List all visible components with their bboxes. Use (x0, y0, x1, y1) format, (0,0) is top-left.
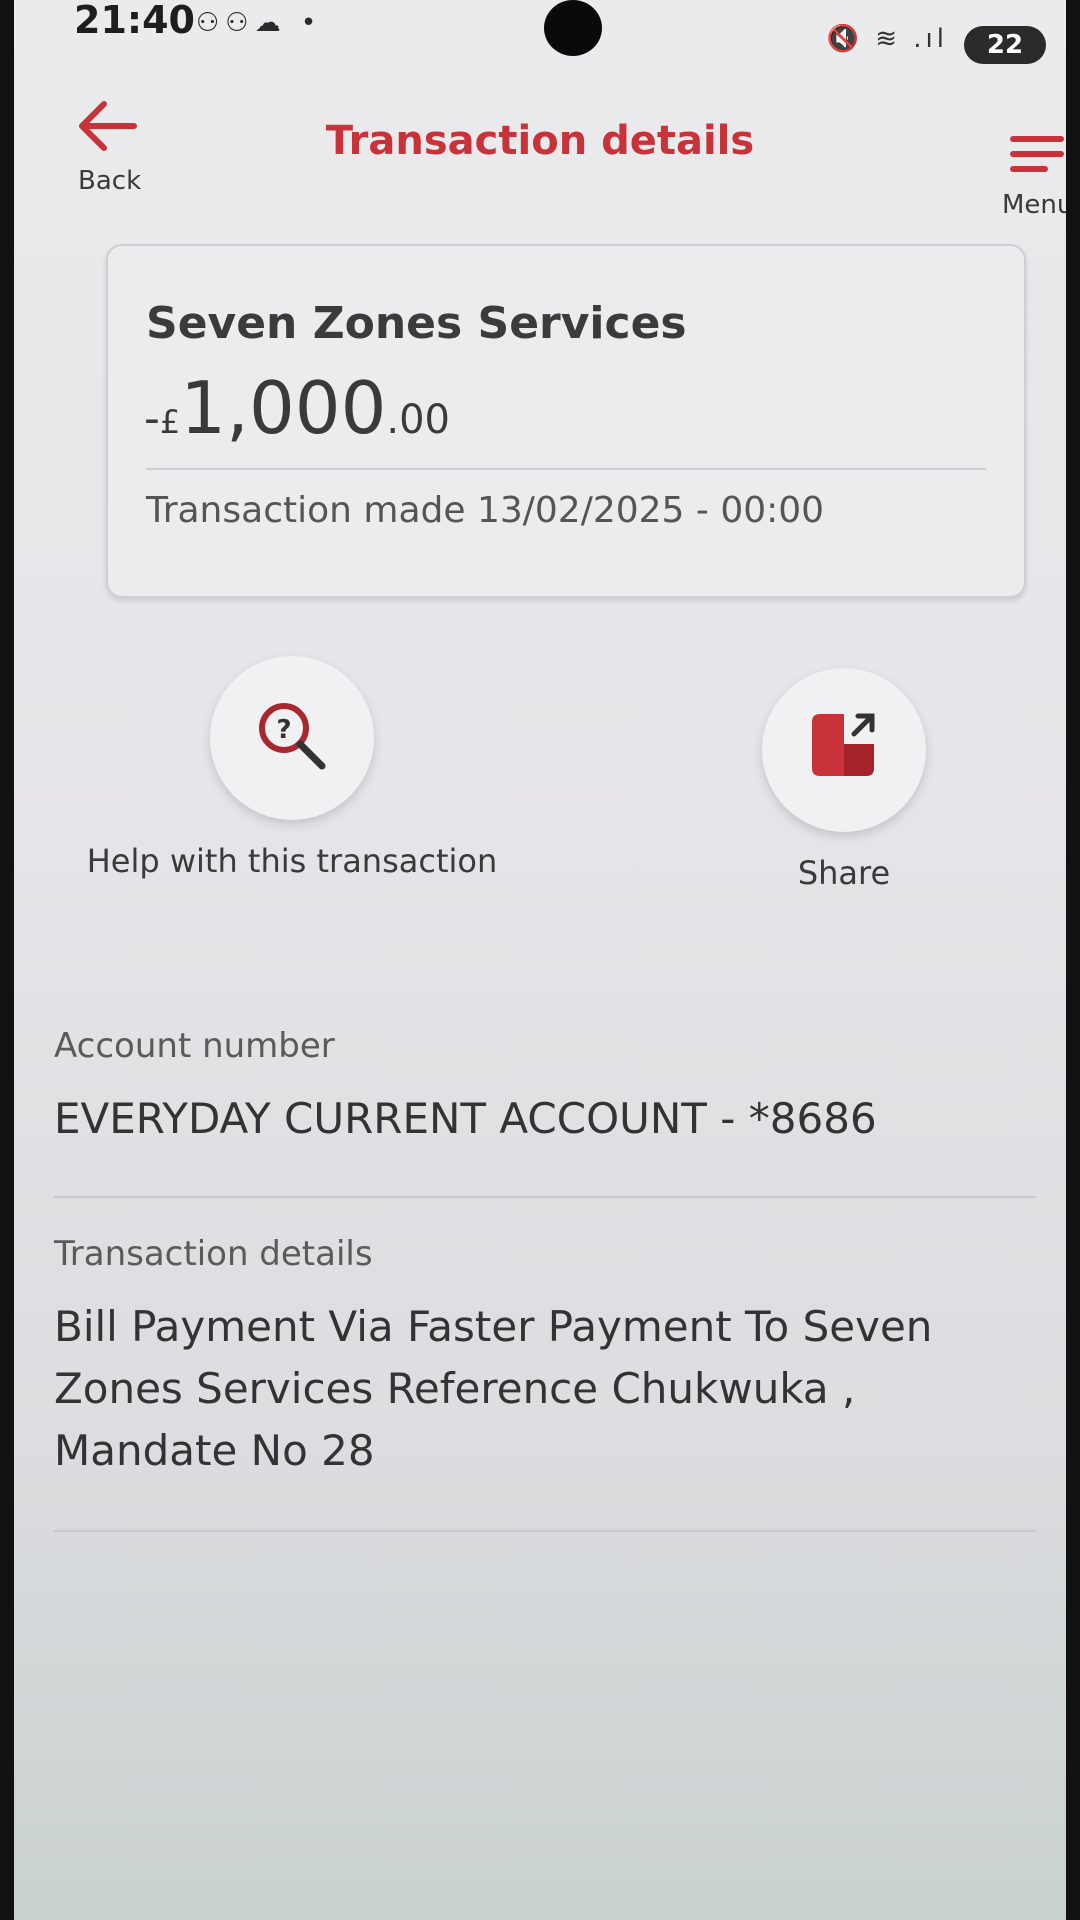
share-label: Share (797, 854, 891, 892)
status-time: 21:40 (74, 0, 195, 42)
help-label: Help with this transaction (86, 842, 498, 880)
share-icon (812, 713, 875, 776)
share-button[interactable]: Share (714, 668, 974, 892)
svg-text:?: ? (276, 715, 291, 745)
account-number-value: EVERYDAY CURRENT ACCOUNT - *8686 (54, 1094, 877, 1143)
battery-indicator: 22 (964, 26, 1046, 64)
account-divider (54, 1196, 1036, 1198)
amount-decimal: .00 (386, 397, 450, 443)
transaction-details-value: Bill Payment Via Faster Payment To Seven… (54, 1302, 933, 1475)
status-bar: 21:40 ⚇⚇☁ • 🔇 ≋ .ıl 22 (14, 0, 1066, 70)
menu-label: Menu (1002, 190, 1066, 220)
magnifier-question-icon: ? (259, 703, 326, 770)
share-circle[interactable] (762, 668, 926, 832)
back-label: Back (78, 166, 142, 196)
signal-icons: 🔇 ≋ .ıl (826, 24, 948, 54)
payee-name: Seven Zones Services (146, 298, 687, 349)
hamburger-icon (1010, 136, 1064, 176)
transaction-date: Transaction made 13/02/2025 - 00:00 (146, 490, 825, 531)
help-with-transaction-button[interactable]: ? Help with this transaction (82, 656, 502, 880)
card-divider (146, 468, 986, 470)
details-divider (54, 1530, 1036, 1532)
account-number-label: Account number (54, 1026, 335, 1066)
transaction-amount: -£1,000.00 (144, 366, 450, 450)
notification-icons: ⚇⚇☁ • (196, 8, 323, 38)
amount-currency: £ (159, 403, 181, 441)
page-title: Transaction details (325, 118, 755, 164)
amount-sign: - (144, 393, 160, 444)
app-screen: 21:40 ⚇⚇☁ • 🔇 ≋ .ıl 22 Back Transaction … (14, 0, 1066, 1920)
transaction-summary-card: Seven Zones Services -£1,000.00 Transact… (106, 244, 1026, 598)
help-circle[interactable]: ? (210, 656, 374, 820)
amount-main: 1,000 (180, 366, 387, 450)
camera-cutout (544, 0, 602, 56)
transaction-details-label: Transaction details (54, 1234, 373, 1274)
menu-button[interactable]: Menu (982, 126, 1066, 226)
